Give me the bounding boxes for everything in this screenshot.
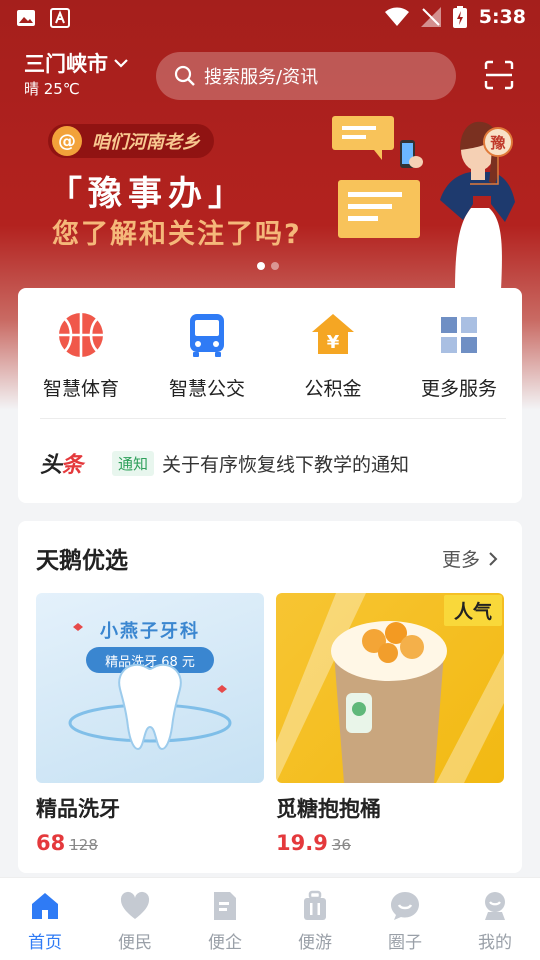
section-title: 天鹅优选: [36, 548, 128, 574]
tab-label: 我的: [478, 933, 512, 953]
bottom-tab-bar: 首页 便民 便企 便游 圈子 我的: [0, 877, 540, 960]
service-sports[interactable]: 智慧体育: [18, 310, 144, 401]
banner-title: 「豫事办」: [48, 174, 248, 214]
popular-badge: 人气: [443, 595, 502, 626]
home-icon: [32, 893, 58, 919]
tab-convenience[interactable]: 便民: [90, 878, 180, 960]
search-icon: [174, 65, 195, 86]
tooth-icon: [68, 623, 232, 751]
product-name: 觅糖抱抱桶: [276, 797, 381, 821]
promo-banner[interactable]: @ 咱们河南老乡 「豫事办」 您了解和关注了吗? 豫: [0, 110, 540, 290]
service-label: 公积金: [304, 378, 362, 400]
luggage-icon: [304, 890, 326, 920]
chevron-right-icon: [489, 551, 498, 566]
seal-text: 豫: [490, 134, 505, 152]
services-card: 智慧体育 智慧公交 ¥ 公积金 更多服务 头条 通知 关于有序恢复线下教学的通知: [18, 288, 522, 503]
tab-label: 圈子: [388, 933, 422, 953]
search-input[interactable]: 搜索服务/资讯: [156, 52, 456, 100]
service-bus[interactable]: 智慧公交: [144, 310, 270, 401]
headline-text[interactable]: 关于有序恢复线下教学的通知: [162, 450, 409, 477]
profile-icon: [485, 892, 505, 920]
house-fund-icon: ¥: [312, 314, 354, 354]
service-label: 智慧体育: [42, 378, 119, 400]
chat-bubble-icon: [391, 892, 419, 920]
gallery-icon: [17, 10, 35, 26]
tab-label: 便游: [298, 933, 332, 953]
more-link[interactable]: 更多: [442, 545, 498, 572]
product-price: 68 128: [36, 831, 264, 855]
banner-pill-text: 咱们河南老乡: [92, 132, 200, 153]
service-more[interactable]: 更多服务: [396, 310, 522, 401]
tab-circle[interactable]: 圈子: [360, 878, 450, 960]
tab-travel[interactable]: 便游: [270, 878, 360, 960]
carousel-dots: [257, 262, 279, 270]
headline-logo-a: 头: [40, 453, 62, 478]
svg-text:¥: ¥: [327, 332, 340, 353]
divider: [40, 418, 506, 419]
service-label: 更多服务: [420, 378, 497, 400]
tab-home[interactable]: 首页: [0, 878, 90, 960]
tab-label: 便民: [118, 933, 152, 953]
product-card[interactable]: 人气 觅糖抱抱桶 19.9 36: [276, 593, 504, 855]
tab-profile[interactable]: 我的: [450, 878, 540, 960]
banner-pill: @ 咱们河南老乡: [48, 124, 214, 158]
heart-icon: [120, 891, 150, 919]
at-icon: @: [52, 126, 82, 156]
tab-label: 首页: [28, 933, 62, 953]
basketball-icon: [59, 313, 103, 357]
scan-icon[interactable]: [484, 60, 514, 90]
grid-icon: [441, 317, 477, 353]
font-app-icon: [50, 8, 70, 28]
price-original: 36: [331, 836, 351, 854]
product-price: 19.9 36: [276, 831, 504, 855]
bus-icon: [190, 314, 224, 357]
price-current: 68: [36, 831, 66, 855]
service-label: 智慧公交: [168, 378, 245, 400]
no-signal-icon: [420, 7, 441, 27]
clock: 5:38: [478, 6, 526, 28]
picks-card: 天鹅优选 更多 小燕子牙科 精品洗牙 68 元 精品洗牙 68 128 人气 觅…: [18, 521, 522, 873]
city-name: 三门峡市: [24, 52, 108, 76]
document-icon: [214, 892, 236, 920]
status-bar: 5:38: [0, 0, 540, 36]
tab-business[interactable]: 便企: [180, 878, 270, 960]
weather-text: 晴 25℃: [24, 80, 80, 98]
carousel-dot-active[interactable]: [257, 262, 265, 270]
wifi-icon: [384, 7, 409, 26]
price-current: 19.9: [276, 831, 328, 855]
service-housing-fund[interactable]: ¥ 公积金: [270, 310, 396, 401]
headline-news[interactable]: 头条 通知 关于有序恢复线下教学的通知: [40, 438, 409, 488]
product-name: 精品洗牙: [36, 797, 120, 821]
battery-icon: [452, 6, 467, 28]
search-placeholder: 搜索服务/资讯: [204, 67, 319, 88]
headline-logo: 头条: [40, 447, 83, 479]
more-label: 更多: [441, 549, 480, 571]
header: 三门峡市 晴 25℃ 搜索服务/资讯: [0, 40, 540, 110]
product-image: 小燕子牙科 精品洗牙 68 元: [36, 593, 264, 783]
banner-subtitle: 您了解和关注了吗?: [52, 219, 302, 250]
price-original: 128: [69, 836, 98, 854]
carousel-dot[interactable]: [271, 262, 279, 270]
product-card[interactable]: 小燕子牙科 精品洗牙 68 元 精品洗牙 68 128: [36, 593, 264, 855]
tab-label: 便企: [208, 933, 242, 953]
banner-illustration: 豫: [332, 116, 515, 290]
product-image: 人气: [276, 593, 504, 783]
notice-tag: 通知: [112, 450, 155, 476]
headline-logo-b: 条: [61, 453, 83, 478]
chevron-down-icon: [114, 59, 128, 68]
city-selector[interactable]: 三门峡市: [24, 48, 128, 78]
